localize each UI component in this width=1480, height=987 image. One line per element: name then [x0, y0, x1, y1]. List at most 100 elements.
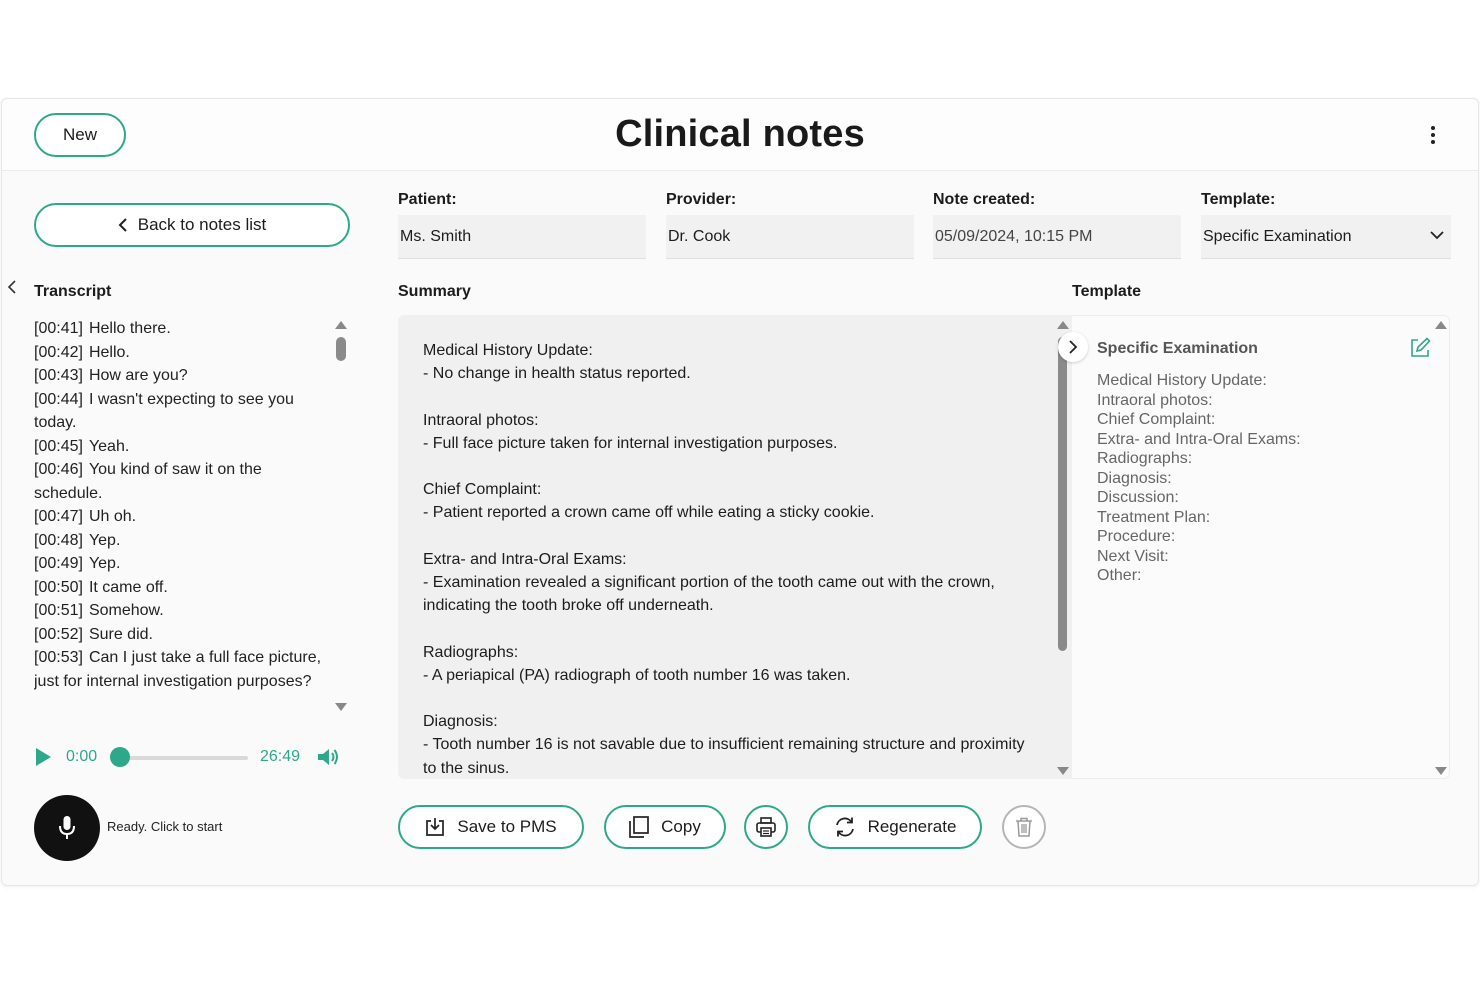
transcript-timestamp: [00:45]	[34, 437, 83, 455]
summary-section-title: Intraoral photos:	[423, 411, 539, 429]
scroll-down-icon[interactable]	[1435, 767, 1447, 775]
summary-section-title: Chief Complaint:	[423, 481, 542, 499]
template-section-list: Medical History Update: Intraoral photos:…	[1097, 371, 1301, 586]
scroll-up-icon[interactable]	[335, 321, 347, 329]
regenerate-label: Regenerate	[867, 817, 957, 836]
expand-template-button[interactable]	[1058, 332, 1088, 362]
refresh-icon	[835, 817, 854, 837]
patient-field[interactable]: Ms. Smith	[398, 215, 646, 259]
provider-field[interactable]: Dr. Cook	[666, 215, 914, 259]
summary-section-body: - No change in health status reported.	[423, 365, 691, 383]
transcript-text: Uh oh.	[88, 508, 137, 525]
template-section-item: Diagnosis:	[1097, 469, 1172, 487]
microphone-icon	[59, 816, 75, 839]
save-to-pms-label: Save to PMS	[457, 817, 557, 836]
transcript-heading: Transcript	[34, 283, 112, 300]
regenerate-button[interactable]: Regenerate	[808, 805, 982, 849]
scroll-up-icon[interactable]	[1435, 321, 1447, 329]
save-to-pms-button[interactable]: Save to PMS	[398, 805, 584, 849]
summary-section-body: - Tooth number 16 is not savable due to …	[423, 736, 1025, 777]
transcript-timestamp: [00:47]	[34, 508, 83, 525]
transcript-timestamp: [00:41]	[34, 320, 83, 337]
template-scrollbar[interactable]	[1434, 319, 1448, 779]
print-button[interactable]	[744, 805, 788, 849]
summary-section: Intraoral photos: - Full face picture tak…	[423, 409, 1033, 455]
patient-label: Patient:	[398, 191, 457, 208]
transcript-timestamp: [00:51]	[34, 602, 83, 619]
volume-icon[interactable]	[316, 746, 340, 768]
transcript-text: Hello.	[88, 343, 130, 361]
collapse-sidebar-icon[interactable]	[4, 275, 20, 299]
summary-panel[interactable]: Medical History Update: - No change in he…	[398, 315, 1072, 779]
transcript-timestamp: [00:48]	[34, 531, 83, 549]
transcript-line: [00:48] Yep.	[34, 529, 324, 553]
total-time: 26:49	[260, 748, 301, 765]
seek-track[interactable]	[120, 756, 248, 760]
transcript-line: [00:49] Yep.	[34, 552, 324, 576]
copy-icon	[629, 816, 650, 838]
audio-player: 0:00 26:49	[34, 743, 350, 771]
transcript-text: How are you?	[88, 367, 188, 384]
delete-button[interactable]	[1002, 805, 1046, 849]
record-mic-button[interactable]	[34, 795, 100, 861]
transcript-line: [00:51] Somehow.	[34, 599, 324, 623]
transcript-line: [00:53] Can I just take a full face pictu…	[34, 646, 324, 693]
app-window: New Clinical notes Back to notes list Tr…	[1, 98, 1479, 886]
summary-section-title: Radiographs:	[423, 643, 519, 661]
transcript-timestamp: [00:53]	[34, 649, 83, 666]
scroll-thumb[interactable]	[336, 337, 346, 361]
transcript-scrollbar[interactable]	[334, 319, 348, 711]
summary-text: Medical History Update: - No change in he…	[423, 339, 1033, 779]
scroll-down-icon[interactable]	[1057, 767, 1069, 775]
template-section-item: Intraoral photos:	[1097, 391, 1213, 409]
back-to-notes-label: Back to notes list	[137, 215, 267, 234]
template-select[interactable]: Specific Examination	[1201, 215, 1451, 259]
summary-section-body: - Patient reported a crown came off whil…	[423, 504, 875, 522]
transcript-line: [00:46] You kind of saw it on the schedul…	[34, 458, 324, 505]
transcript-list: [00:41] Hello there. [00:42] Hello. [00:43] H…	[34, 317, 324, 715]
template-select-value: Specific Examination	[1203, 227, 1352, 245]
trash-icon	[1016, 817, 1032, 837]
seek-knob[interactable]	[110, 747, 130, 767]
summary-section-body: - A periapical (PA) radiograph of tooth …	[423, 666, 851, 684]
summary-scrollbar[interactable]	[1056, 319, 1070, 779]
play-icon[interactable]	[36, 748, 51, 766]
transcript-timestamp: [00:50]	[34, 578, 83, 596]
provider-label: Provider:	[666, 191, 737, 208]
current-time: 0:00	[66, 748, 98, 765]
edit-icon[interactable]	[1409, 337, 1431, 359]
copy-label: Copy	[661, 817, 701, 836]
summary-section-title: Extra- and Intra-Oral Exams:	[423, 550, 627, 568]
chevron-left-icon	[118, 218, 127, 232]
chevron-right-icon	[1069, 340, 1078, 354]
recorder-status: Ready. Click to start	[107, 819, 223, 834]
scroll-thumb[interactable]	[1058, 337, 1067, 651]
transcript-text: It came off.	[88, 578, 168, 596]
template-section-item: Extra- and Intra-Oral Exams:	[1097, 430, 1301, 448]
transcript-timestamp: [00:44]	[34, 390, 83, 408]
transcript-line: [00:52] Sure did.	[34, 623, 324, 647]
transcript-timestamp: [00:52]	[34, 625, 83, 643]
copy-button[interactable]: Copy	[604, 805, 726, 849]
summary-section: Medical History Update: - No change in he…	[423, 339, 1033, 385]
template-panel-title: Specific Examination	[1097, 340, 1258, 357]
summary-heading: Summary	[398, 283, 471, 300]
template-section-item: Next Visit:	[1097, 547, 1169, 565]
chevron-down-icon	[1430, 231, 1444, 240]
app-header: New Clinical notes	[2, 99, 1478, 171]
scroll-down-icon[interactable]	[335, 703, 347, 711]
template-section-item: Procedure:	[1097, 528, 1176, 545]
summary-section-body: - Full face picture taken for internal i…	[423, 434, 838, 452]
back-to-notes-button[interactable]: Back to notes list	[34, 203, 350, 247]
template-label: Template:	[1201, 191, 1276, 208]
note-created-field: 05/09/2024, 10:15 PM	[933, 215, 1181, 259]
transcript-text: Yep.	[88, 531, 121, 549]
transcript-timestamp: [00:43]	[34, 367, 83, 384]
kebab-menu-icon[interactable]	[1426, 123, 1440, 147]
transcript-timestamp: [00:46]	[34, 461, 83, 478]
scroll-up-icon[interactable]	[1057, 321, 1069, 329]
printer-icon	[756, 817, 776, 837]
summary-section-title: Medical History Update:	[423, 342, 593, 359]
download-icon	[426, 818, 445, 836]
template-section-item: Discussion:	[1097, 489, 1179, 506]
